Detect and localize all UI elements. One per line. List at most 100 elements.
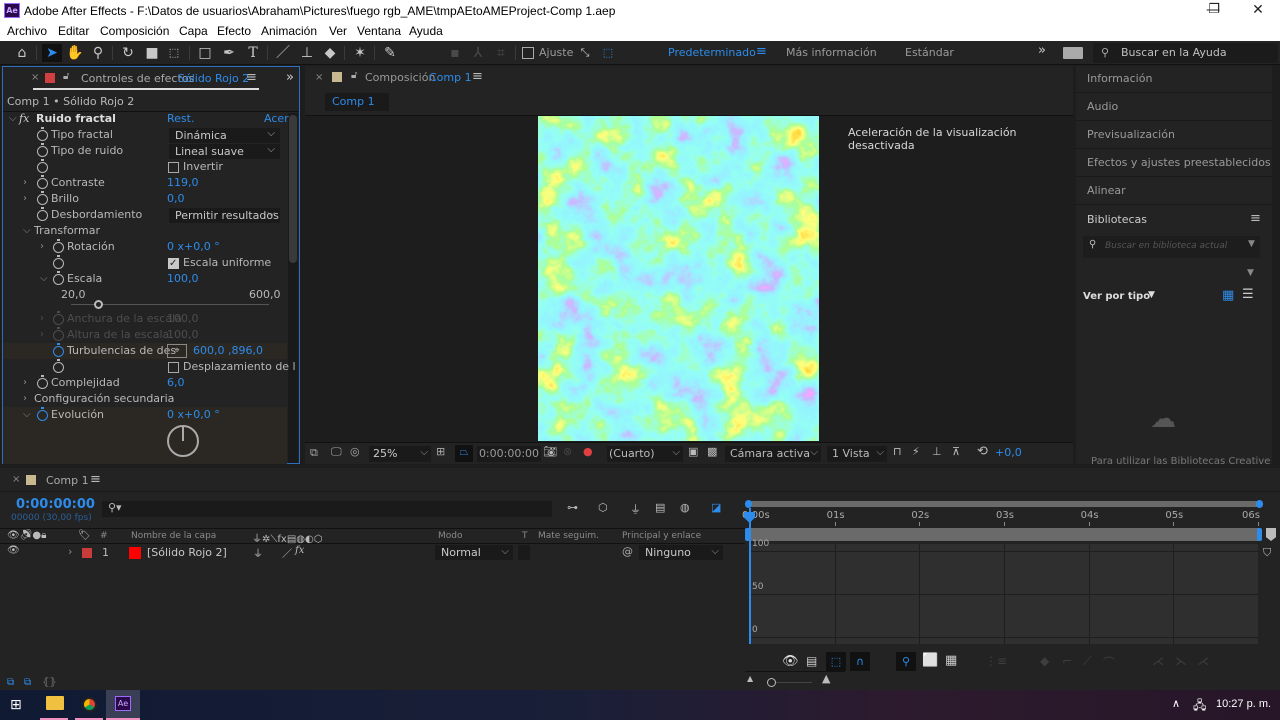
stopwatch-active-icon[interactable] [53, 343, 64, 357]
frame-blending-icon[interactable]: ▤ [655, 501, 665, 514]
twirl-closed-icon[interactable]: › [40, 239, 44, 255]
menu-ver[interactable]: Ver [329, 24, 347, 38]
menu-ayuda[interactable]: Ayuda [409, 24, 443, 38]
timeline-zoom-slider[interactable] [767, 678, 812, 687]
pixel-aspect-icon[interactable]: ⊓ [893, 445, 902, 458]
layer-row[interactable]: 👁︎ › 1 [Sólido Rojo 2] ⏚ ／ fx Normal ⌵ @ … [0, 545, 745, 561]
comp-tab-title[interactable]: Composición [365, 71, 435, 84]
work-area-navigator[interactable] [745, 498, 1265, 508]
layer-switches-toggle-icon[interactable]: ⧉ [7, 677, 14, 688]
rgb-channels-icon[interactable]: ● [583, 445, 593, 458]
transparency-grid-icon[interactable]: ▩ [707, 445, 717, 458]
fit-all-graphs-icon[interactable]: ▦ [945, 653, 957, 668]
timeline-icon[interactable]: ⊥ [932, 445, 942, 458]
menu-animacion[interactable]: Animación [261, 24, 317, 38]
comp-marker-bin-icon[interactable] [1266, 528, 1276, 541]
snap-checkbox[interactable] [522, 47, 534, 59]
close-tab-icon[interactable]: × [12, 474, 20, 485]
fast-previews-icon[interactable]: ⚡︎ [912, 445, 920, 458]
brillo-value[interactable]: 0,0 [167, 191, 185, 207]
scrollbar-track[interactable] [288, 113, 298, 463]
escala-value[interactable]: 100,0 [167, 271, 199, 287]
timeline-tab-title[interactable]: Comp 1 [46, 474, 89, 487]
panel-toggle-icon[interactable] [1063, 47, 1083, 59]
panel-alinear[interactable]: Alinear [1076, 178, 1272, 205]
rotacion-value[interactable]: 0 x+0,0 ° [167, 239, 220, 255]
stopwatch-icon[interactable] [53, 359, 64, 373]
zoom-out-icon[interactable]: ▲ [747, 674, 753, 683]
menu-editar[interactable]: Editar [58, 24, 89, 38]
monitor-icon[interactable]: 🖵︎ [331, 445, 342, 459]
lock-icon[interactable]: 🔓︎ [63, 71, 69, 82]
system-clock[interactable]: 10:27 p. m. [1216, 698, 1271, 710]
reset-exposure-icon[interactable]: ⟲ [977, 444, 988, 459]
comp-subtab[interactable]: Comp 1 [325, 93, 389, 111]
transform-box-icon[interactable]: ⬚ [826, 652, 846, 671]
toggle-mask-icon[interactable]: ⏢ [455, 445, 473, 462]
type-tool-icon[interactable]: T [243, 44, 263, 62]
work-area[interactable] [748, 528, 1260, 541]
show-hidden-icons-chevron-icon[interactable]: ∧ [1172, 697, 1180, 710]
maximize-button[interactable]: ❐ [1192, 0, 1236, 22]
panel-menu-icon[interactable]: ≡ [246, 70, 257, 85]
clone-stamp-tool-icon[interactable]: ⊥ [297, 44, 317, 62]
twirl-closed-icon[interactable]: › [23, 191, 27, 207]
evolucion-value[interactable]: 0 x+0,0 ° [167, 407, 220, 423]
navigator-bar[interactable] [749, 501, 1261, 507]
vr-goggles-icon[interactable]: ◎ [350, 445, 360, 458]
workspace-menu-icon[interactable]: ≡ [756, 44, 767, 59]
panel-informacion[interactable]: Información [1076, 66, 1272, 93]
layer-name-column-header[interactable]: Nombre de la capa [131, 531, 216, 541]
composition-flowchart-icon[interactable]: ⊶ [567, 501, 578, 514]
twirl-open-icon[interactable]: ⌵ [40, 271, 48, 287]
always-preview-icon[interactable]: ⧉ [310, 446, 318, 460]
transfer-controls-toggle-icon[interactable]: ⧉ [24, 677, 31, 688]
workspace-overflow-icon[interactable]: » [1038, 43, 1046, 58]
show-properties-eye-icon[interactable]: 👁︎ [782, 654, 799, 669]
evolucion-angle-dial[interactable] [167, 425, 199, 457]
resolution-dropdown[interactable]: (Cuarto) ⌵ [607, 446, 683, 462]
comp-tab-name[interactable]: Comp 1 [429, 71, 472, 84]
menu-efecto[interactable]: Efecto [217, 24, 251, 38]
stopwatch-icon[interactable] [37, 207, 48, 221]
snapshot-camera-icon[interactable]: 📷︎ [543, 445, 557, 458]
work-area-end-handle[interactable] [1257, 528, 1262, 541]
tipo-ruido-dropdown[interactable]: Lineal suave [169, 142, 280, 159]
panel-menu-icon[interactable]: ≡ [1250, 211, 1261, 226]
workspace-estandar[interactable]: Estándar [905, 46, 954, 59]
rectangle-tool-icon[interactable]: □ [195, 44, 215, 62]
contraste-value[interactable]: 119,0 [167, 175, 199, 191]
stopwatch-icon[interactable] [37, 375, 48, 389]
stopwatch-icon[interactable] [53, 255, 64, 269]
panel-overflow-icon[interactable]: » [286, 70, 294, 85]
auto-zoom-height-icon[interactable]: ⚲ [896, 652, 916, 671]
stopwatch-icon[interactable] [37, 127, 48, 141]
close-tab-icon[interactable]: × [31, 72, 39, 83]
zoom-tool-icon[interactable]: ⚲ [88, 44, 108, 62]
lock-icon[interactable]: 🔓︎ [351, 70, 357, 81]
fx-switch-icon[interactable]: fx [295, 545, 304, 556]
hand-tool-icon[interactable]: ✋ [65, 44, 85, 62]
workspace-predeterminado[interactable]: Predeterminado [668, 46, 756, 59]
menu-composicion[interactable]: Composición [100, 24, 169, 38]
panel-menu-icon[interactable]: ≡ [90, 472, 101, 487]
desplazamiento-checkbox[interactable] [168, 362, 179, 373]
layer-search-input[interactable]: ⚲▾ [102, 501, 552, 517]
layer-label-color[interactable] [82, 548, 92, 558]
blend-mode-dropdown[interactable]: Normal ⌵ [435, 545, 513, 560]
caret-down-icon[interactable]: ▼ [1248, 239, 1255, 249]
magnification-dropdown[interactable]: 25% ⌵ [369, 446, 431, 462]
rotate-tool-icon[interactable]: ↻ [118, 44, 138, 62]
visibility-eye-icon[interactable]: 👁︎ [7, 545, 20, 556]
about-link[interactable]: Acer [264, 111, 289, 127]
menu-capa[interactable]: Capa [179, 24, 208, 38]
panel-audio[interactable]: Audio [1076, 94, 1272, 121]
graph-options-icon[interactable]: ▤ [806, 654, 817, 668]
stopwatch-icon[interactable] [53, 271, 64, 285]
panel-efectos-ajustes[interactable]: Efectos y ajustes preestablecidos [1076, 150, 1272, 177]
scrollbar-track[interactable] [1272, 66, 1280, 464]
snap-feature-icon[interactable]: ⬚ [598, 44, 618, 62]
library-select-caret-icon[interactable]: ▼ [1247, 268, 1254, 278]
pan-behind-tool-icon[interactable]: ⬚ [164, 44, 184, 62]
title-action-safe-icon[interactable]: ⊞ [436, 445, 445, 458]
